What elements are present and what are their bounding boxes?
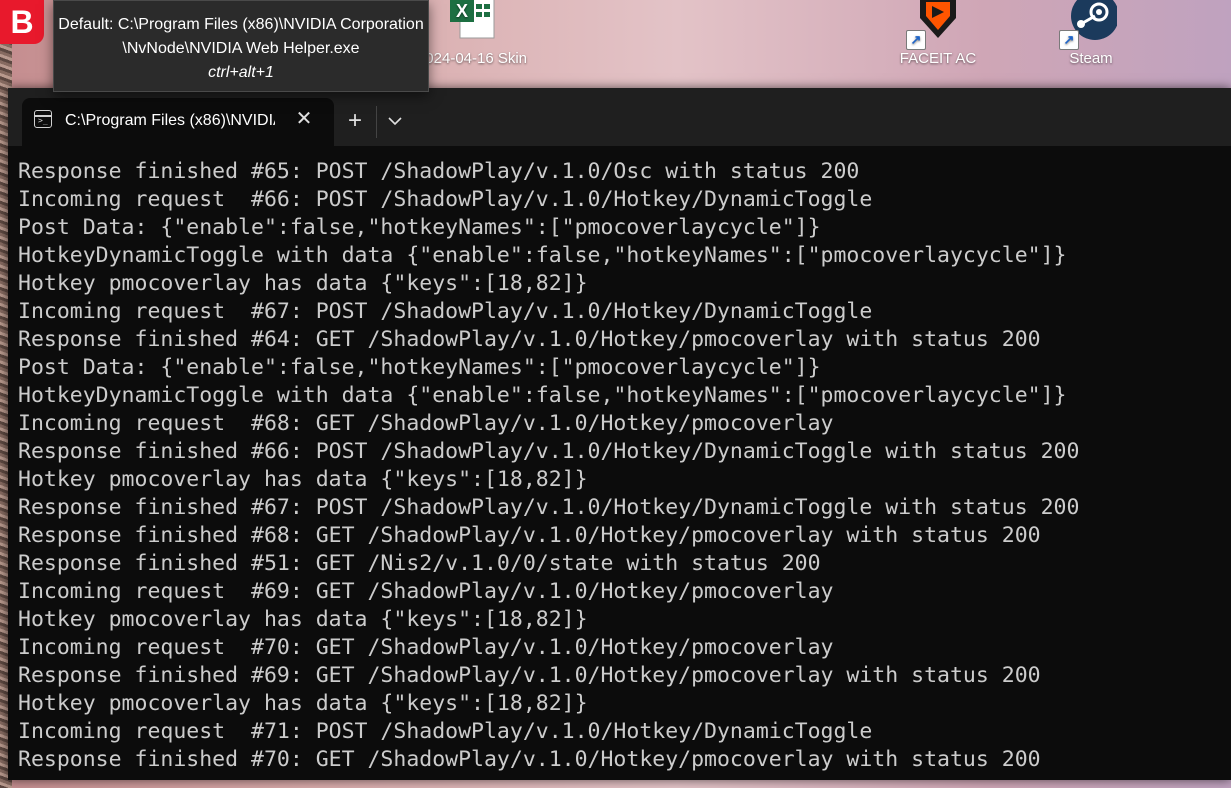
tooltip-shortcut: ctrl+alt+1 [208,64,274,81]
console-line: Hotkey pmocoverlay has data {"keys":[18,… [18,467,588,492]
tab-separator [376,106,377,138]
console-line: Incoming request #70: GET /ShadowPlay/v.… [18,635,834,660]
console-line: Post Data: {"enable":false,"hotkeyNames"… [18,355,821,380]
shortcut-arrow-icon: ↗ [1059,30,1079,50]
tab-dropdown-button[interactable] [380,106,410,136]
console-output[interactable]: Response finished #65: POST /ShadowPlay/… [18,158,1218,780]
console-line: Response finished #51: GET /Nis2/v.1.0/0… [18,551,821,576]
desktop-icon-label: 2024-04-16 Skin [416,50,528,67]
tab-command-prompt[interactable]: >_ C:\Program Files (x86)\NVIDIA ✕ [22,98,334,146]
chevron-down-icon [388,117,402,126]
tab-tooltip: Default: C:\Program Files (x86)\NVIDIA C… [53,0,429,92]
console-line: Response finished #69: GET /ShadowPlay/v… [18,663,1041,688]
shortcut-arrow-icon: ↗ [906,30,926,50]
console-line: Hotkey pmocoverlay has data {"keys":[18,… [18,691,588,716]
faceit-icon: ↗ [906,0,964,50]
console-line: Incoming request #69: GET /ShadowPlay/v.… [18,579,834,604]
console-line: Response finished #67: POST /ShadowPlay/… [18,495,1080,520]
console-line: Response finished #64: GET /ShadowPlay/v… [18,327,1041,352]
desktop-icon-excel[interactable]: X 2024-04-16 Skin [412,0,532,67]
console-line: Response finished #70: GET /ShadowPlay/v… [18,747,1041,772]
tab-bar: >_ C:\Program Files (x86)\NVIDIA ✕ + [8,88,1231,146]
console-line: Response finished #66: POST /ShadowPlay/… [18,439,1080,464]
terminal-icon: >_ [34,110,52,128]
console-line: HotkeyDynamicToggle with data {"enable":… [18,243,1067,268]
console-line: HotkeyDynamicToggle with data {"enable":… [18,383,1067,408]
console-line: Incoming request #68: GET /ShadowPlay/v.… [18,411,834,436]
console-line: Incoming request #71: POST /ShadowPlay/v… [18,719,873,744]
excel-icon: X [446,0,498,46]
console-line: Response finished #65: POST /ShadowPlay/… [18,159,860,184]
desktop-icon-label: FACEIT AC [899,50,977,67]
desktop-icon-label: Steam [1069,50,1113,67]
tab-title: C:\Program Files (x86)\NVIDIA [65,112,275,129]
new-tab-button[interactable]: + [340,106,370,136]
tooltip-line-1: Default: C:\Program Files (x86)\NVIDIA C… [58,16,424,33]
console-line: Incoming request #67: POST /ShadowPlay/v… [18,299,873,324]
red-b-app-icon[interactable]: B [0,0,44,44]
close-tab-button[interactable]: ✕ [292,107,316,131]
steam-icon: ↗ [1059,0,1119,50]
console-line: Hotkey pmocoverlay has data {"keys":[18,… [18,607,588,632]
console-line: Post Data: {"enable":false,"hotkeyNames"… [18,215,821,240]
terminal-window[interactable]: >_ C:\Program Files (x86)\NVIDIA ✕ + Res… [8,88,1231,780]
desktop-icon-steam[interactable]: ↗ Steam [1031,0,1151,67]
console-line: Incoming request #66: POST /ShadowPlay/v… [18,187,873,212]
svg-text:X: X [456,1,468,21]
desktop-icon-faceit[interactable]: ↗ FACEIT AC [878,0,998,67]
console-line: Hotkey pmocoverlay has data {"keys":[18,… [18,271,588,296]
tooltip-line-2: \NvNode\NVIDIA Web Helper.exe [122,40,360,57]
console-line: Response finished #68: GET /ShadowPlay/v… [18,523,1041,548]
